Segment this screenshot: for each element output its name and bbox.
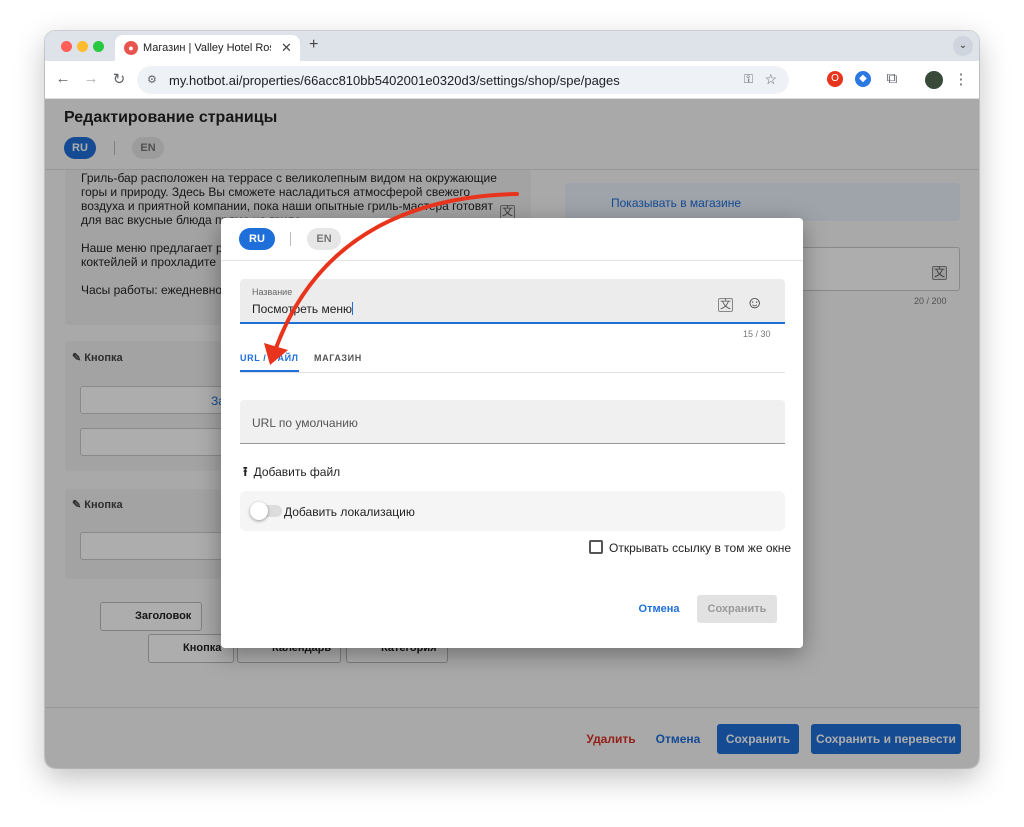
name-value[interactable]: Посмотреть меню <box>252 302 354 316</box>
address-url[interactable]: my.hotbot.ai/properties/66acc810bb540200… <box>169 73 620 88</box>
text-caret <box>352 302 354 315</box>
add-file-button[interactable]: ⭱ Добавить файл <box>243 463 340 485</box>
tab-strip: ● Магазин | Valley Hotel Rosa Khutor ✕ +… <box>45 31 979 61</box>
translate-icon[interactable]: 文 <box>718 298 733 312</box>
dialog-header-divider <box>221 260 803 261</box>
close-window-button[interactable] <box>61 41 72 52</box>
tab-close-icon[interactable]: ✕ <box>281 40 292 56</box>
site-info-icon[interactable]: ⚙ <box>147 73 157 86</box>
browser-tab[interactable]: ● Магазин | Valley Hotel Rosa Khutor ✕ <box>115 35 300 61</box>
name-counter: 15 / 30 <box>743 329 771 339</box>
reload-icon[interactable]: ↻ <box>109 70 129 88</box>
open-same-window-label: Открывать ссылку в том же окне <box>609 541 792 555</box>
edit-button-dialog: RU EN Название Посмотреть меню 文 ☺ 15 / … <box>221 218 803 648</box>
link-type-tabs: URL / ФАЙЛ МАГАЗИН <box>240 345 785 373</box>
browser-toolbar: ← → ↻ ⚙ my.hotbot.ai/properties/66acc810… <box>45 61 979 99</box>
tab-url-file[interactable]: URL / ФАЙЛ <box>240 353 299 363</box>
extensions-puzzle-icon[interactable]: ⧉ <box>882 70 902 87</box>
browser-window: ● Магазин | Valley Hotel Rosa Khutor ✕ +… <box>45 31 979 768</box>
localization-label: Добавить локализацию <box>284 505 415 519</box>
profile-avatar[interactable] <box>925 71 943 89</box>
localization-box: Добавить локализацию <box>240 491 785 531</box>
name-label: Название <box>252 287 293 297</box>
address-bar[interactable]: ⚙ my.hotbot.ai/properties/66acc810bb5402… <box>137 66 789 94</box>
browser-menu-icon[interactable]: ⋮ <box>951 70 971 88</box>
default-url-input[interactable]: URL по умолчанию <box>240 400 785 444</box>
open-same-window-checkbox[interactable] <box>589 540 603 554</box>
lang-separator <box>290 232 291 246</box>
minimize-window-button[interactable] <box>77 41 88 52</box>
tab-shop[interactable]: МАГАЗИН <box>314 353 362 363</box>
maximize-window-button[interactable] <box>93 41 104 52</box>
switch-knob <box>250 502 268 520</box>
back-icon[interactable]: ← <box>53 70 73 87</box>
dialog-lang-ru-tab[interactable]: RU <box>239 228 275 250</box>
new-tab-button[interactable]: + <box>309 36 318 54</box>
bookmark-star-icon[interactable]: ☆ <box>764 71 777 88</box>
tag-extension-icon[interactable]: ◆ <box>855 71 871 87</box>
favicon-icon: ● <box>124 41 138 55</box>
opera-extension-icon[interactable]: O <box>827 71 843 87</box>
dialog-lang-en-tab[interactable]: EN <box>307 228 341 250</box>
upload-icon: ⭱ <box>243 464 248 479</box>
name-input[interactable]: Название Посмотреть меню 文 ☺ <box>240 279 785 324</box>
url-placeholder: URL по умолчанию <box>252 416 358 430</box>
active-tab-indicator <box>240 370 299 372</box>
dialog-save-button[interactable]: Сохранить <box>697 595 777 623</box>
dialog-cancel-button[interactable]: Отмена <box>629 595 689 623</box>
password-key-icon[interactable]: ⚿ <box>744 72 753 87</box>
localization-switch[interactable] <box>250 502 282 520</box>
tab-title: Магазин | Valley Hotel Rosa Khutor <box>143 42 271 54</box>
emoji-icon[interactable]: ☺ <box>746 293 763 313</box>
tab-search-button[interactable]: ⌄ <box>953 36 973 56</box>
forward-icon[interactable]: → <box>81 70 101 87</box>
